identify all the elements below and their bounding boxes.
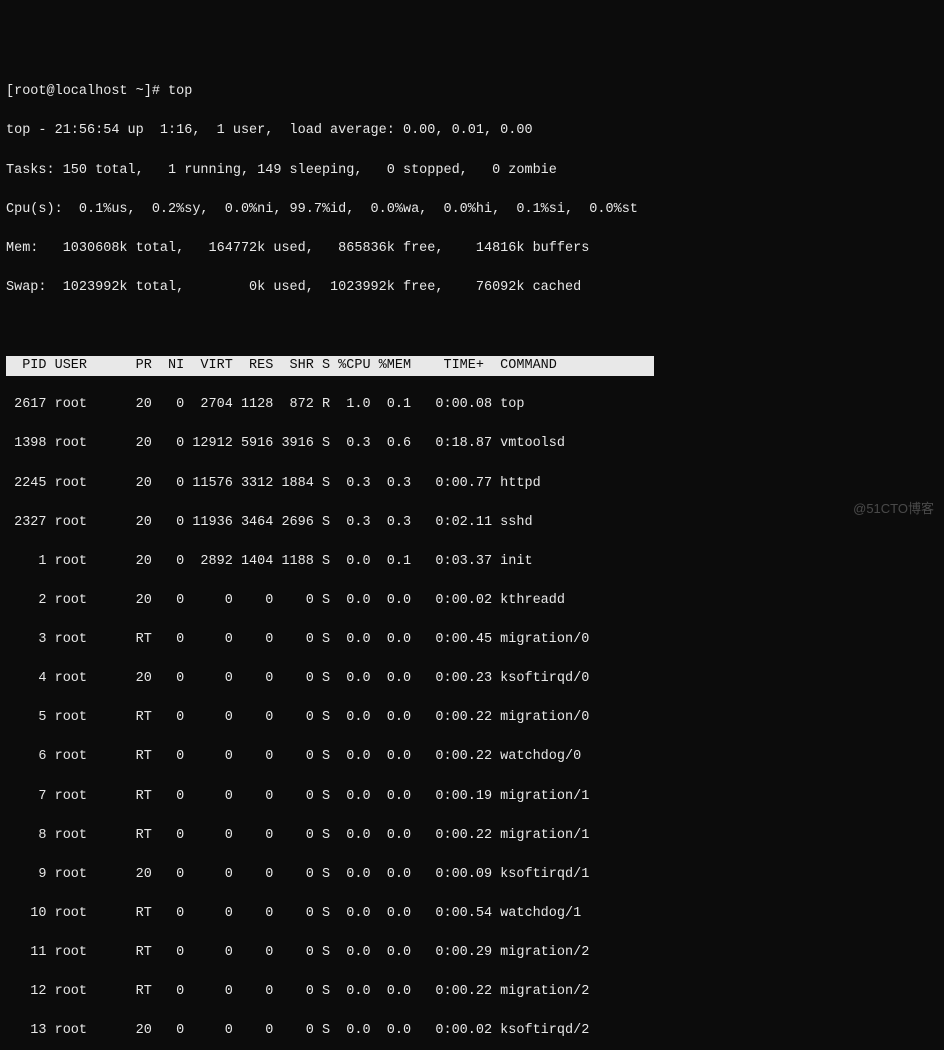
- process-table-header: PID USER PR NI VIRT RES SHR S %CPU %MEM …: [6, 356, 654, 376]
- table-row: 7 root RT 0 0 0 0 S 0.0 0.0 0:00.19 migr…: [6, 787, 938, 807]
- watermark-text: @51CTO博客: [853, 500, 934, 519]
- table-row: 8 root RT 0 0 0 0 S 0.0 0.0 0:00.22 migr…: [6, 826, 938, 846]
- top-summary-uptime: top - 21:56:54 up 1:16, 1 user, load ave…: [6, 121, 938, 141]
- table-row: 10 root RT 0 0 0 0 S 0.0 0.0 0:00.54 wat…: [6, 904, 938, 924]
- table-row: 11 root RT 0 0 0 0 S 0.0 0.0 0:00.29 mig…: [6, 943, 938, 963]
- table-row: 2245 root 20 0 11576 3312 1884 S 0.3 0.3…: [6, 474, 938, 494]
- table-row: 1398 root 20 0 12912 5916 3916 S 0.3 0.6…: [6, 434, 938, 454]
- top-summary-cpu: Cpu(s): 0.1%us, 0.2%sy, 0.0%ni, 99.7%id,…: [6, 200, 938, 220]
- table-row: 9 root 20 0 0 0 0 S 0.0 0.0 0:00.09 ksof…: [6, 865, 938, 885]
- table-row: 2327 root 20 0 11936 3464 2696 S 0.3 0.3…: [6, 513, 938, 533]
- shell-prompt-line: [root@localhost ~]# top: [6, 82, 938, 102]
- table-row: 6 root RT 0 0 0 0 S 0.0 0.0 0:00.22 watc…: [6, 747, 938, 767]
- table-row: 3 root RT 0 0 0 0 S 0.0 0.0 0:00.45 migr…: [6, 630, 938, 650]
- table-row: 4 root 20 0 0 0 0 S 0.0 0.0 0:00.23 ksof…: [6, 669, 938, 689]
- table-row: 2617 root 20 0 2704 1128 872 R 1.0 0.1 0…: [6, 395, 938, 415]
- table-row: 1 root 20 0 2892 1404 1188 S 0.0 0.1 0:0…: [6, 552, 938, 572]
- table-row: 12 root RT 0 0 0 0 S 0.0 0.0 0:00.22 mig…: [6, 982, 938, 1002]
- top-summary-swap: Swap: 1023992k total, 0k used, 1023992k …: [6, 278, 938, 298]
- table-row: 2 root 20 0 0 0 0 S 0.0 0.0 0:00.02 kthr…: [6, 591, 938, 611]
- table-row: 5 root RT 0 0 0 0 S 0.0 0.0 0:00.22 migr…: [6, 708, 938, 728]
- top-summary-mem: Mem: 1030608k total, 164772k used, 86583…: [6, 239, 938, 259]
- table-row: 13 root 20 0 0 0 0 S 0.0 0.0 0:00.02 kso…: [6, 1021, 938, 1041]
- blank-line: [6, 317, 938, 337]
- top-summary-tasks: Tasks: 150 total, 1 running, 149 sleepin…: [6, 161, 938, 181]
